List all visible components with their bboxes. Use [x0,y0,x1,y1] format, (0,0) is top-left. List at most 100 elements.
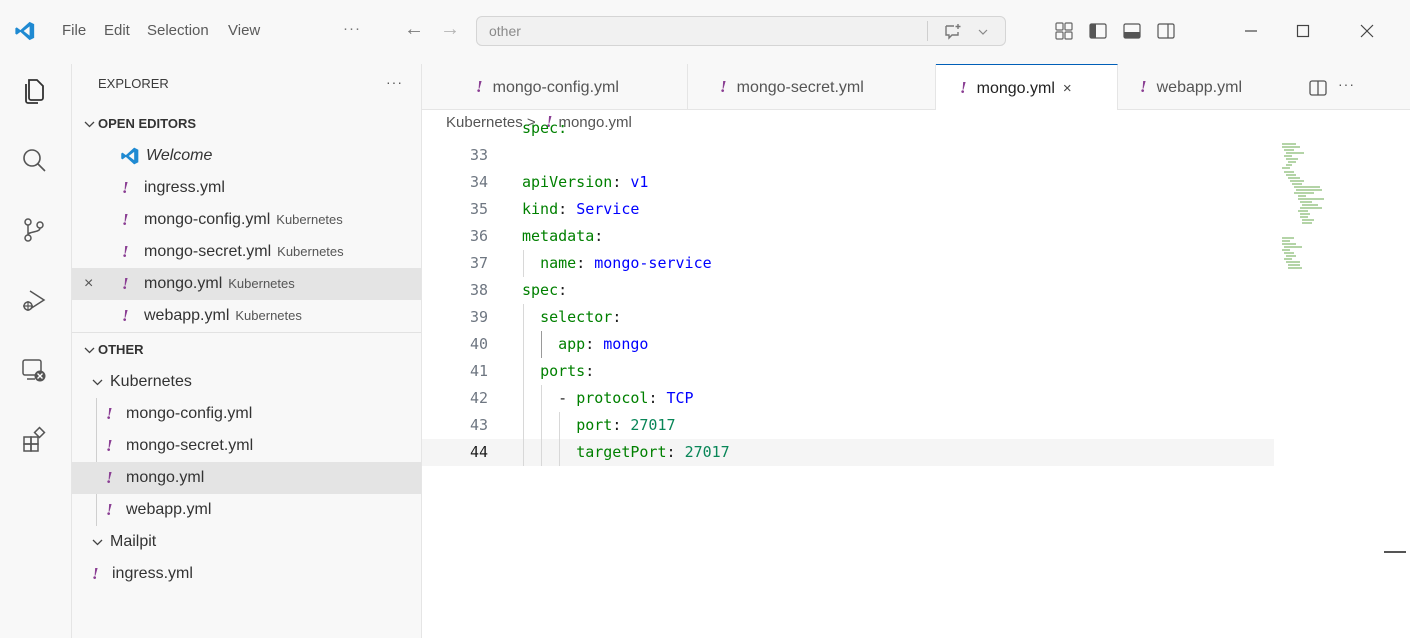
menu-file[interactable]: File [62,22,86,39]
line-number: 39 [469,308,488,326]
yaml-file-icon: ! [106,436,113,455]
run-and-debug-icon[interactable] [20,286,48,314]
yaml-file-icon: ! [122,242,129,261]
open-editor-mongo-config[interactable]: ! mongo-config.yml Kubernetes [72,204,421,236]
indent-guide [541,385,542,466]
back-arrow-icon[interactable]: ← [404,18,424,41]
line-number: 43 [469,416,488,434]
yaml-key: port [576,416,613,434]
explorer-more-button[interactable]: ··· [386,74,403,90]
open-editors-label: OPEN EDITORS [98,116,197,131]
file-mongo[interactable]: ! mongo.yml [72,462,421,494]
open-editor-mongo[interactable]: × ! mongo.yml Kubernetes [72,268,421,300]
yaml-file-icon: ! [122,178,129,197]
customize-layout-icon[interactable] [1054,21,1074,41]
chat-sparkle-icon[interactable] [943,22,963,42]
file-ingress[interactable]: ! ingress.yml [72,558,421,590]
open-editor-name: Welcome [146,147,213,164]
code-line: 43 port: 27017 [422,412,1274,439]
chevron-down-icon [92,539,103,546]
menu-selection[interactable]: Selection [147,22,209,39]
search-input[interactable]: other [489,23,521,39]
forward-arrow-icon[interactable]: → [440,18,460,41]
file-name: ingress.yml [112,565,193,582]
search-divider [927,21,928,41]
command-center-search[interactable]: other [476,16,1006,46]
code-line-partial: spec: [422,124,1274,142]
code-line-current: 44 targetPort: 27017 [422,439,1274,466]
chevron-down-icon[interactable] [977,26,989,38]
chevron-down-icon [84,347,95,354]
minimap[interactable] [1282,142,1382,292]
tab-mongo-config[interactable]: ! mongo-config.yml [422,64,688,110]
code-line: 35 kind: Service [422,196,1274,223]
open-editors-header[interactable]: OPEN EDITORS [72,108,421,140]
vscode-logo-icon [15,21,35,41]
extensions-icon[interactable] [20,426,48,454]
folder-kubernetes[interactable]: Kubernetes [72,366,421,398]
toggle-primary-sidebar-icon[interactable] [1088,21,1108,41]
file-mongo-config[interactable]: ! mongo-config.yml [72,398,421,430]
open-editor-ingress[interactable]: ! ingress.yml [72,172,421,204]
open-editor-mongo-secret[interactable]: ! mongo-secret.yml Kubernetes [72,236,421,268]
yaml-file-icon: ! [106,500,113,519]
file-name: mongo.yml [126,469,205,486]
yaml-value: mongo-service [594,254,712,272]
file-webapp[interactable]: ! webapp.yml [72,494,421,526]
search-icon[interactable] [20,146,48,174]
vscode-logo-icon [121,147,139,165]
toggle-secondary-sidebar-icon[interactable] [1156,21,1176,41]
close-window-icon[interactable] [1352,14,1382,48]
chevron-down-icon [84,121,95,128]
maximize-icon[interactable] [1288,14,1318,48]
yaml-key: selector [540,308,613,326]
explorer-title: EXPLORER [98,76,169,91]
minimize-icon[interactable] [1236,14,1266,48]
yaml-value: Service [576,200,640,218]
line-number: 38 [469,281,488,299]
yaml-value: v1 [630,173,649,191]
section-divider [72,332,421,333]
split-editor-icon[interactable] [1308,78,1328,98]
file-mongo-secret[interactable]: ! mongo-secret.yml [72,430,421,462]
open-editor-welcome[interactable]: Welcome [72,140,421,172]
tab-webapp[interactable]: ! webapp.yml [1118,64,1288,110]
yaml-file-icon: ! [92,564,99,583]
menu-more-button[interactable]: ··· [343,20,361,37]
line-number: 40 [469,335,488,353]
yaml-value: 27017 [684,443,730,461]
toggle-panel-icon[interactable] [1122,21,1142,41]
code-editor[interactable]: spec: 33 34 apiVersion: v1 35 kind: Serv… [422,124,1282,638]
folder-mailpit[interactable]: Mailpit [72,526,421,558]
open-editor-name: ingress.yml [144,179,225,196]
code-line: 42 - protocol: TCP [422,385,1274,412]
activity-bar [0,64,72,638]
tab-mongo-secret[interactable]: ! mongo-secret.yml [688,64,936,110]
chevron-down-icon [92,379,103,386]
folder-name: Mailpit [110,533,157,550]
other-folder-header[interactable]: OTHER [72,334,421,366]
menu-view[interactable]: View [228,22,260,39]
yaml-file-icon: ! [122,274,129,293]
yaml-key: targetPort [576,443,667,461]
yaml-file-icon: ! [960,78,967,97]
code-line: 34 apiVersion: v1 [422,169,1274,196]
yaml-key: apiVersion [522,173,613,191]
open-editor-name: mongo-config.yml [144,211,271,228]
tab-label: mongo.yml [976,80,1055,97]
close-icon[interactable]: × [84,268,93,300]
tab-mongo[interactable]: ! mongo.yml × [936,64,1118,110]
menu-edit[interactable]: Edit [104,22,130,39]
tab-close-icon[interactable]: × [1063,80,1072,97]
yaml-file-icon: ! [106,404,113,423]
file-name: mongo-config.yml [126,405,253,422]
yaml-file-icon: ! [720,77,727,96]
remote-explorer-icon[interactable] [20,356,48,384]
source-control-icon[interactable] [20,216,48,244]
code-line: 39 selector: [422,304,1274,331]
yaml-value: 27017 [630,416,676,434]
open-editor-webapp[interactable]: ! webapp.yml Kubernetes [72,300,421,332]
editor-more-button[interactable]: ··· [1338,76,1355,92]
indent-guide [559,412,560,466]
explorer-files-icon[interactable] [20,76,48,104]
